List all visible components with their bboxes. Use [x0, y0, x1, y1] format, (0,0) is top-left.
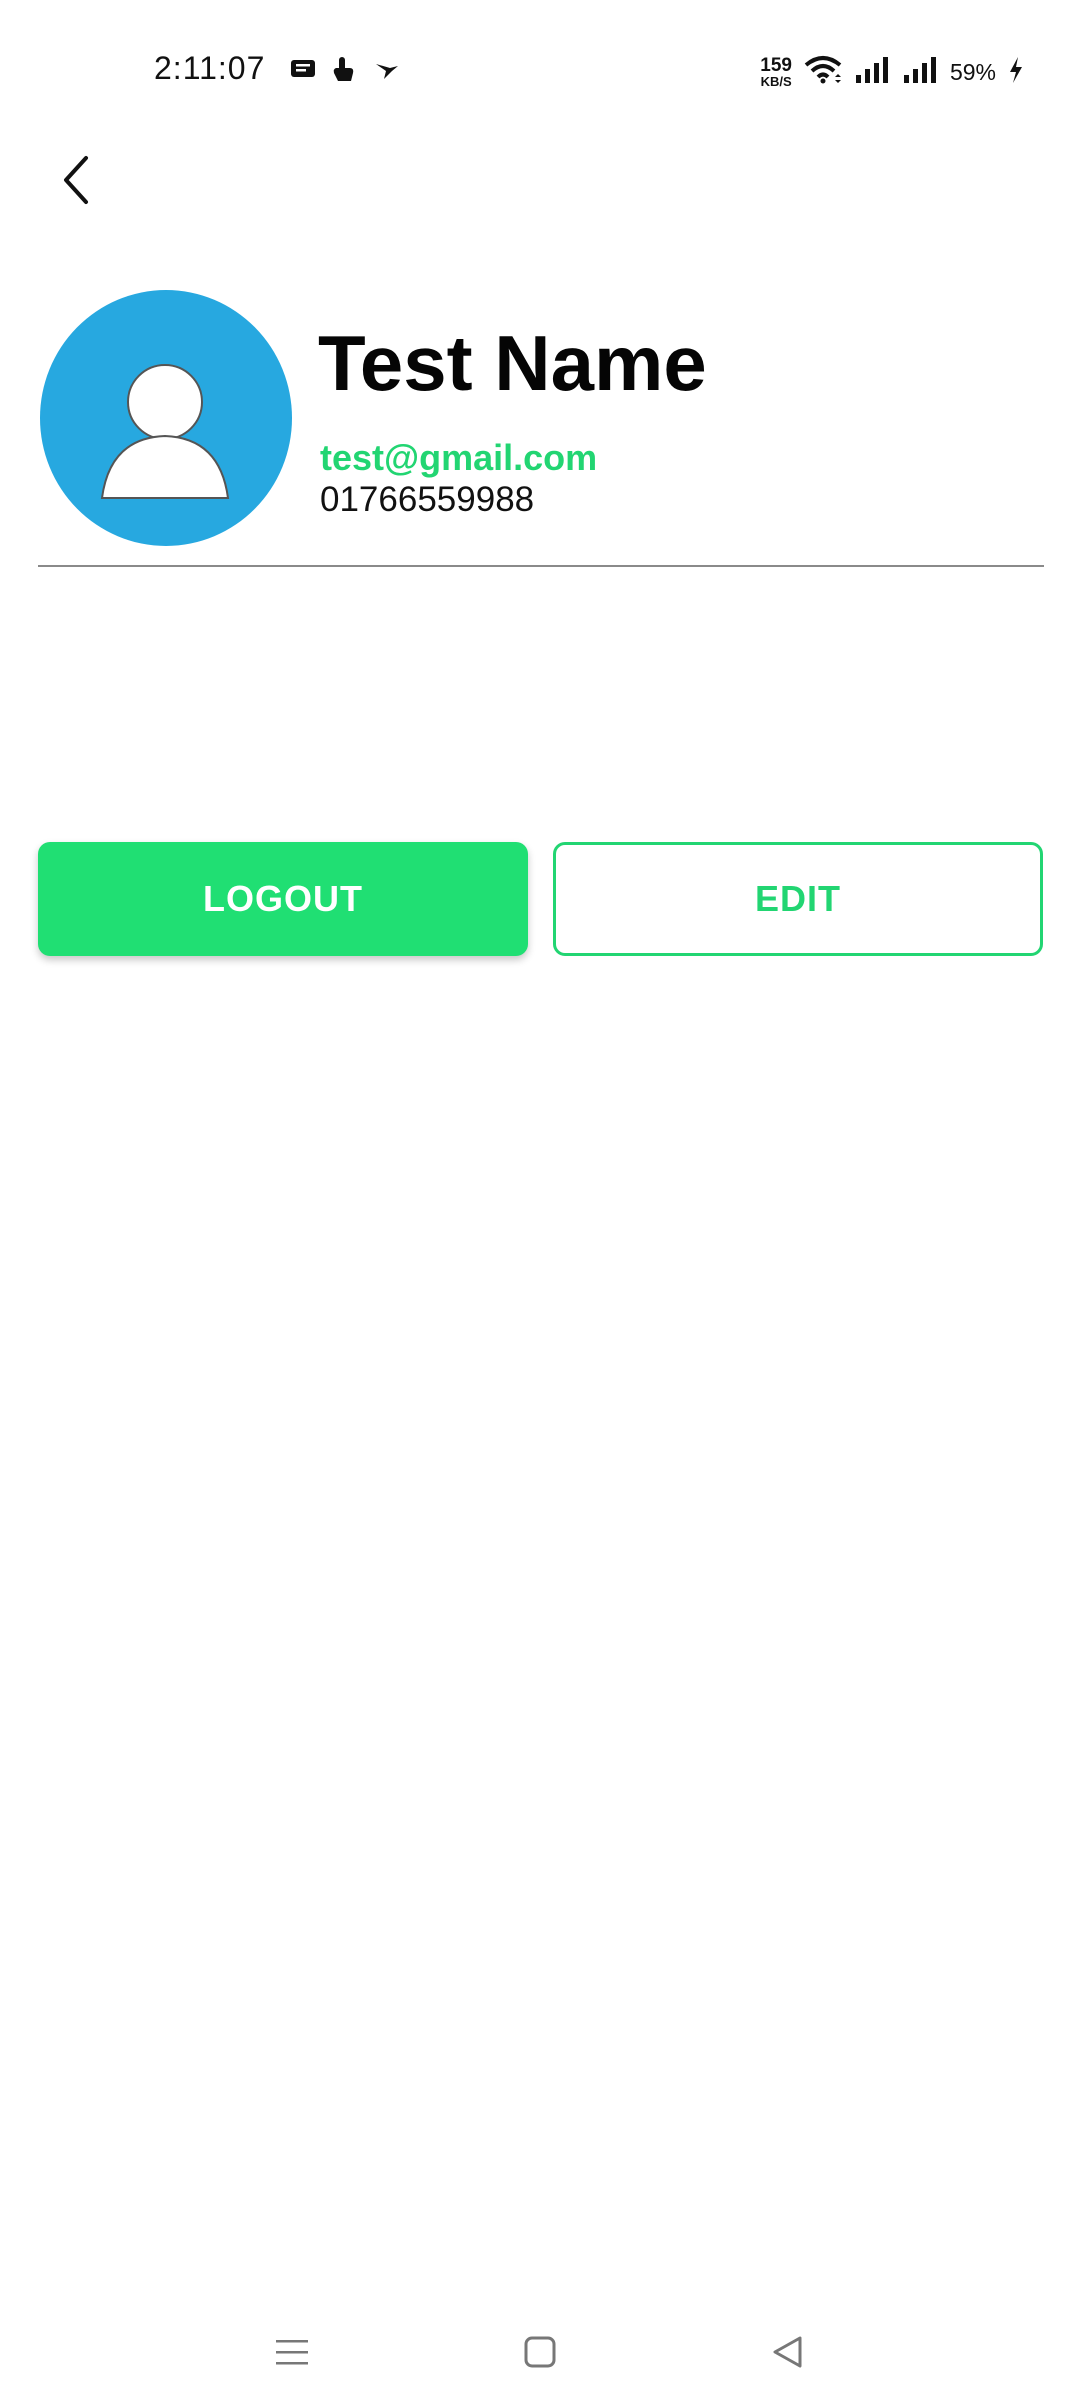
signal-icon	[902, 55, 938, 90]
logout-button[interactable]: LOGOUT	[38, 842, 528, 956]
status-bar: 2:11:07 159 KB/S 59%	[0, 0, 1080, 140]
edit-button[interactable]: EDIT	[553, 842, 1043, 956]
back-button[interactable]	[44, 148, 108, 212]
wifi-icon	[804, 55, 842, 90]
bird-icon	[372, 54, 402, 84]
net-speed: 159 KB/S	[760, 56, 792, 88]
chevron-left-icon	[64, 156, 88, 204]
divider	[38, 565, 1044, 567]
home-icon	[524, 2336, 556, 2368]
nav-back-button[interactable]	[758, 2322, 818, 2382]
home-button[interactable]	[510, 2322, 570, 2382]
user-avatar	[40, 290, 292, 546]
status-right-group: 159 KB/S 59%	[760, 50, 1024, 94]
charging-icon	[1008, 55, 1024, 90]
net-speed-unit: KB/S	[760, 74, 792, 89]
menu-icon	[276, 2340, 308, 2365]
profile-email: test@gmail.com	[320, 437, 598, 478]
net-speed-value: 159	[760, 55, 792, 76]
back-triangle-icon	[773, 2336, 802, 2368]
profile-phone: 01766559988	[320, 480, 535, 519]
touch-icon	[328, 54, 358, 84]
battery-level: 59%	[949, 58, 996, 85]
system-nav-bar	[0, 2300, 1080, 2400]
user-avatar-icon	[100, 364, 230, 499]
message-icon	[288, 54, 318, 84]
signal-icon	[854, 55, 890, 90]
recent-apps-button[interactable]	[262, 2322, 322, 2382]
status-time: 2:11:07	[154, 50, 266, 86]
profile-name: Test Name	[318, 319, 707, 407]
